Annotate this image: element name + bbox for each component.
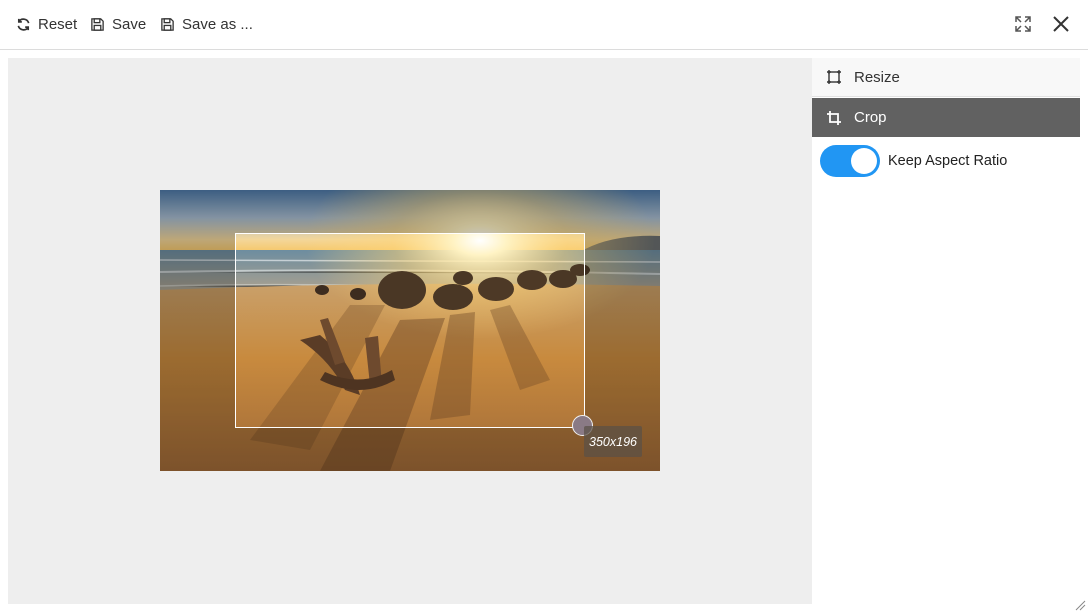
crop-selection[interactable] — [235, 233, 585, 428]
image-canvas: 350x196 — [8, 58, 812, 604]
tool-crop[interactable]: Crop — [812, 98, 1080, 137]
floppy-disk-icon — [91, 17, 104, 31]
expand-icon[interactable] — [1013, 14, 1033, 34]
toolbar: Reset Save Save as ... — [0, 0, 1088, 50]
keep-aspect-ratio-label: Keep Aspect Ratio — [888, 153, 1008, 169]
keep-aspect-ratio-toggle[interactable] — [820, 145, 880, 177]
keep-aspect-ratio-row: Keep Aspect Ratio — [820, 145, 1007, 177]
save-as-label: Save as ... — [182, 15, 253, 33]
tool-resize-label: Resize — [854, 68, 900, 86]
resize-icon — [827, 70, 841, 84]
window-resize-grip[interactable] — [1074, 598, 1086, 611]
reset-button[interactable]: Reset — [16, 13, 77, 35]
tool-resize[interactable]: Resize — [812, 58, 1080, 97]
refresh-icon — [17, 17, 30, 31]
save-as-button[interactable]: Save as ... — [160, 13, 253, 35]
save-button[interactable]: Save — [90, 13, 146, 35]
crop-icon — [827, 110, 841, 125]
save-label: Save — [112, 15, 147, 33]
tools-panel: Resize Crop Keep Aspect Ratio — [812, 58, 1080, 604]
reset-label: Reset — [38, 15, 78, 33]
floppy-disk-icon — [161, 17, 174, 31]
close-icon[interactable] — [1051, 14, 1071, 34]
toggle-knob — [851, 148, 877, 174]
tool-crop-label: Crop — [854, 109, 887, 126]
crop-size-label: 350x196 — [584, 426, 642, 457]
